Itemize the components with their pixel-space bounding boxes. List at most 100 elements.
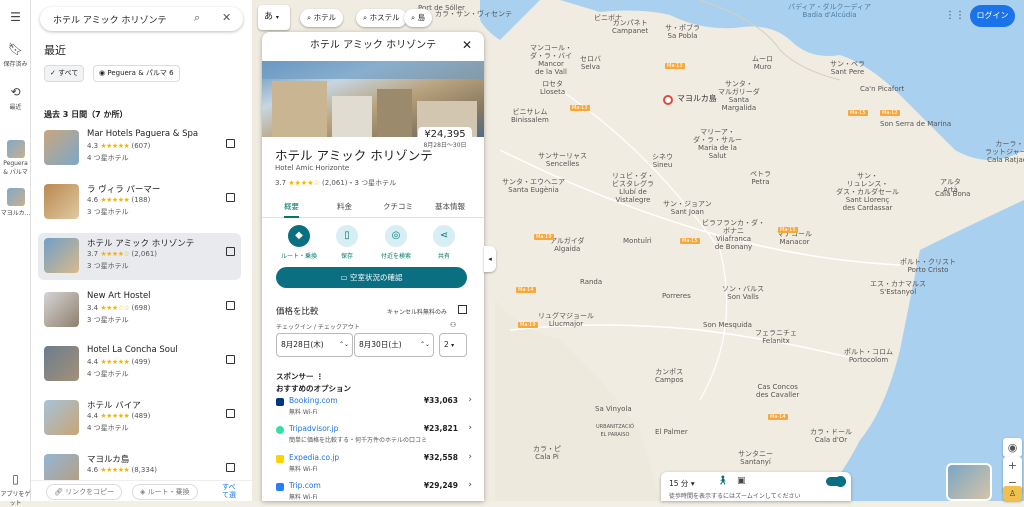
travel-time-select[interactable]: 15 分 ▾ — [669, 478, 695, 489]
map-label: El Palmer — [655, 428, 688, 436]
hotel-type: 4 つ星ホテル — [87, 424, 129, 432]
list-item[interactable]: New Art Hostel 3.4 ★★★☆☆ (698) 3 つ星ホテル — [38, 287, 241, 334]
compare-checkbox[interactable] — [226, 463, 235, 472]
list-item[interactable]: Mar Hotels Paguera & Spa 4.3 ★★★★★ (607)… — [38, 125, 241, 172]
hotel-name: Hotel La Concha Soul — [87, 345, 178, 355]
close-icon[interactable]: ✕ — [222, 11, 231, 24]
search-input[interactable]: ホテル アミック ホリゾンテ — [53, 13, 167, 26]
pegman-icon[interactable]: ♙ — [1003, 486, 1022, 501]
map-label: カンパネト Campanet — [612, 19, 649, 35]
filter-chip-peguera[interactable]: ◉ Peguera & パルマ 6 — [93, 65, 180, 82]
check-availability-button[interactable]: ▭ 空室状況の確認 — [276, 267, 467, 288]
layers-button[interactable] — [946, 463, 992, 501]
nearby-icon: ◎ — [385, 225, 407, 247]
directions-button[interactable]: ◆ ルート・乗換 — [277, 225, 321, 260]
hotel-photo[interactable]: ¥24,395 8月28日〜30日 — [262, 61, 484, 155]
hotel-thumbnail — [44, 454, 79, 480]
zoom-in-icon[interactable]: + — [1003, 457, 1022, 474]
tab-reviews[interactable]: クチコミ — [383, 201, 413, 212]
map-label: サンタ・エウヘニア Santa Eugènia — [502, 178, 565, 194]
hotel-type: 3 つ星ホテル — [87, 316, 129, 324]
compare-checkbox[interactable] — [226, 193, 235, 202]
locate-icon: ◉ — [1007, 441, 1018, 454]
search-icon[interactable]: ⌕ — [194, 11, 200, 25]
hotel-subtitle: Hotel Amic Horizonte — [275, 164, 350, 172]
input-language-button[interactable]: あ ▾ — [258, 5, 290, 30]
offer-price: ¥29,249 — [423, 481, 458, 490]
hotel-thumbnail — [44, 400, 79, 435]
directions-button[interactable]: ◈ ルート・乗換 — [132, 484, 198, 500]
chip-hostel[interactable]: ⌕ ホステル — [356, 9, 407, 27]
lang-label: あ — [264, 12, 274, 22]
rail-saved[interactable]: 🔖︎ 保存済み — [0, 42, 31, 68]
hotel-rating: 3.7 ★★★★☆ (2,061) — [87, 250, 158, 258]
car-icon[interactable]: ▣ — [737, 476, 746, 486]
map-label: カラ・ピ Cala Pi — [533, 445, 561, 461]
save-button[interactable]: ▯ 保存 — [325, 225, 369, 260]
login-button[interactable]: ログイン — [970, 5, 1015, 27]
share-button[interactable]: ⋖ 共有 — [422, 225, 466, 260]
checkout-date[interactable]: 8月30日(土) ⌃⌄ — [354, 333, 434, 357]
map-pin-icon[interactable] — [663, 95, 673, 105]
chevron-right-icon: › — [468, 480, 472, 490]
rail-recent[interactable]: ⟲ 最近 — [0, 85, 31, 111]
walking-icon[interactable]: 🚶︎ — [717, 476, 728, 486]
copy-link-button[interactable]: 🔗︎ リンクをコピー — [46, 484, 123, 500]
view-all-link[interactable]: すべて選 — [222, 483, 242, 499]
nearby-button[interactable]: ◎ 付近を検索 — [374, 225, 418, 260]
pin-icon: ◉ — [99, 69, 106, 77]
stepper-icon[interactable]: ⌃⌄ — [339, 334, 349, 356]
chip-label: 島 — [417, 13, 426, 22]
free-cancel-checkbox[interactable] — [458, 305, 467, 314]
map-label: エス・カナマルス S'Estanyol — [870, 280, 926, 296]
chip-island[interactable]: ⌕ 島 — [404, 9, 433, 27]
offer-row[interactable]: Expedia.co.jp 無料 Wi-Fi ¥32,558 › — [276, 452, 472, 479]
list-item[interactable]: ラ ヴィラ パーマー 4.6 ★★★★★ (188) 3 つ星ホテル — [38, 179, 241, 226]
tab-about[interactable]: 基本情報 — [435, 201, 465, 212]
list-item[interactable]: ホテル アミック ホリゾンテ 3.7 ★★★★☆ (2,061) 3 つ星ホテル — [38, 233, 241, 280]
my-location-button[interactable]: ◉ — [1003, 438, 1022, 457]
chip-hotel[interactable]: ⌕ ホテル — [300, 9, 344, 27]
chip-label: Peguera & パルマ — [107, 69, 167, 77]
rail-recent-peguera[interactable]: Peguera & パルマ — [0, 140, 31, 176]
travel-time-toggle[interactable] — [826, 476, 846, 487]
road-shield: Ma-15 — [680, 238, 700, 244]
filter-chip-all[interactable]: ✓ すべて — [44, 65, 85, 82]
list-item[interactable]: ホテル バイア 4.4 ★★★★★ (489) 4 つ星ホテル — [38, 395, 241, 442]
chip-count: 6 — [169, 69, 174, 77]
offer-row[interactable]: Tripadvisor.jp 簡単に価格を比較する・何千万件のホテルの口コミ ¥… — [276, 423, 472, 450]
offer-name: Trip.com — [289, 481, 321, 490]
list-item[interactable]: マヨルカ島 4.6 ★★★★★ (8,334) — [38, 449, 241, 480]
compare-checkbox[interactable] — [226, 139, 235, 148]
compare-checkbox[interactable] — [226, 409, 235, 418]
rail-recent-mallorca[interactable]: マヨルカ... — [0, 188, 31, 217]
offer-row[interactable]: Booking.com 無料 Wi-Fi ¥33,063 › — [276, 395, 472, 422]
list-item[interactable]: Hotel La Concha Soul 4.4 ★★★★★ (499) 4 つ… — [38, 341, 241, 388]
checkin-date[interactable]: 8月28日(木) ⌃⌄ — [276, 333, 353, 357]
travel-time-panel: 15 分 ▾ 🚶︎ ▣ 徒歩時間を表示するにはズームインしてください — [661, 472, 851, 501]
compare-checkbox[interactable] — [226, 355, 235, 364]
compare-checkbox[interactable] — [226, 301, 235, 310]
list-footer: 🔗︎ リンクをコピー ◈ ルート・乗換 すべて選 — [31, 480, 252, 501]
apps-grid-icon[interactable]: ⋮⋮ — [945, 10, 965, 21]
photo-buildings — [262, 61, 484, 137]
menu-button[interactable]: ☰ — [0, 10, 31, 27]
road-shield: Ma-15 — [848, 110, 868, 116]
stepper-icon[interactable]: ⌃⌄ — [420, 334, 430, 356]
hotel-name: ラ ヴィラ パーマー — [87, 185, 161, 195]
offer-price: ¥32,558 — [423, 453, 458, 462]
directions-icon: ◆ — [288, 225, 310, 247]
tab-overview[interactable]: 概要 — [284, 201, 299, 218]
tab-prices[interactable]: 料金 — [337, 201, 352, 212]
button-label: 空室状況の確認 — [349, 273, 403, 282]
map-label: マンコール・ ダ・ラ・バイ Mancor de la Vall — [530, 44, 572, 76]
rail-get-app[interactable]: ▯ アプリをゲット — [0, 472, 31, 507]
collapse-panel-button[interactable]: ◂ — [484, 246, 496, 272]
hotel-thumbnail — [44, 238, 79, 273]
search-box[interactable]: ホテル アミック ホリゾンテ ⌕ ✕ — [40, 7, 243, 31]
close-icon[interactable]: ✕ — [462, 38, 472, 52]
guests-select[interactable]: 2 ▾ — [439, 333, 467, 357]
map-label: ビラフランカ・ダ・ ボナニ Vilafranca de Bonany — [702, 219, 765, 251]
compare-checkbox[interactable] — [226, 247, 235, 256]
offer-row[interactable]: Trip.com 無料 Wi-Fi ¥29,249 › — [276, 480, 472, 501]
